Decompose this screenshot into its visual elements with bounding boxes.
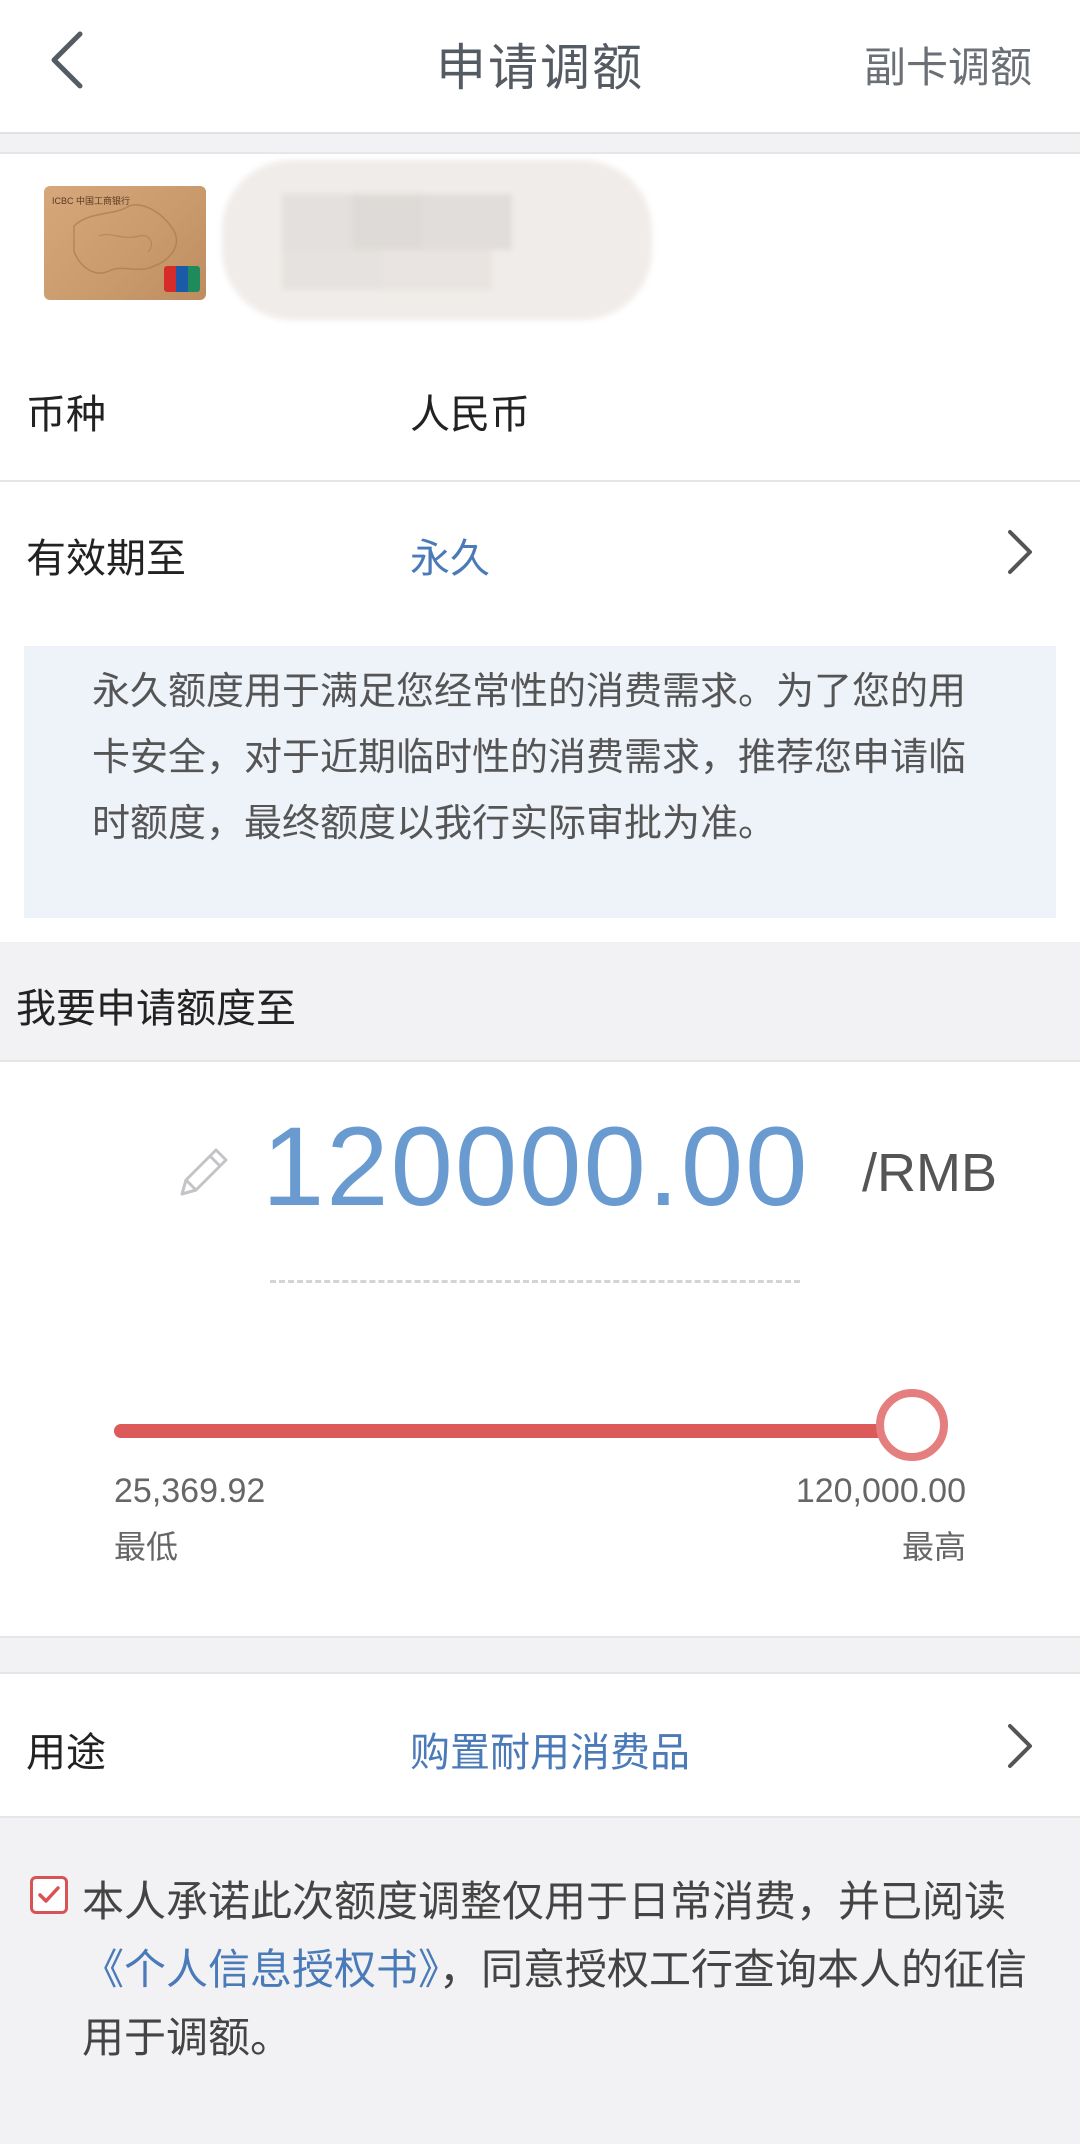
checkmark-icon [38,1886,60,1903]
chevron-right-icon [1008,530,1032,574]
slider-max-value: 120,000.00 [795,1472,966,1510]
limit-slider-fill [114,1424,912,1438]
currency-row: 币种 人民币 [0,334,1080,482]
unionpay-logo-icon [164,266,200,292]
credit-card-image: ICBC 中国工商银行 [44,186,206,300]
slider-max-label: 最高 [901,1528,966,1566]
amount-input-value[interactable]: 120000.00 [262,1102,809,1231]
validity-value: 永久 [410,536,490,582]
amount-input-underline [270,1280,800,1283]
chevron-right-icon [1008,1724,1032,1768]
apply-amount-section-title: 我要申请额度至 [16,986,296,1032]
validity-label: 有效期至 [26,536,186,582]
card-brand-text: ICBC 中国工商银行 [52,196,131,206]
currency-label: 币种 [26,392,106,438]
validity-row[interactable]: 有效期至 永久 [0,482,1080,622]
slider-min-value: 25,369.92 [114,1472,266,1510]
amount-unit: /RMB [862,1143,997,1203]
amount-panel: 120000.00 /RMB 25,369.92 最低 120,000.00 最… [0,1060,1080,1638]
authorization-doc-link[interactable]: 《个人信息授权书》 [82,1945,439,1994]
purpose-label: 用途 [26,1730,106,1776]
limit-slider-track[interactable] [114,1424,924,1438]
slider-min-label: 最低 [114,1528,179,1566]
notice-section: 永久额度用于满足您经常性的消费需求。为了您的用卡安全，对于近期临时性的消费需求，… [0,622,1080,942]
top-nav-bar: 申请调额 副卡调额 [0,0,1080,134]
selected-card-row[interactable]: ICBC 中国工商银行 [0,152,1080,336]
limit-slider-thumb[interactable] [876,1389,948,1461]
card-number-mosaic [222,160,652,320]
purpose-row[interactable]: 用途 购置耐用消费品 [0,1672,1080,1818]
agreement-checkbox[interactable] [30,1876,68,1914]
purpose-value: 购置耐用消费品 [410,1730,690,1776]
limit-notice-text: 永久额度用于满足您经常性的消费需求。为了您的用卡安全，对于近期临时性的消费需求，… [24,646,1056,918]
agreement-text: 本人承诺此次额度调整仅用于日常消费，并已阅读《个人信息授权书》，同意授权工行查询… [82,1868,1062,2072]
pencil-edit-icon[interactable] [172,1140,236,1204]
currency-value: 人民币 [410,392,530,438]
secondary-card-adjust-link[interactable]: 副卡调额 [864,34,1032,95]
agreement-text-before: 本人承诺此次额度调整仅用于日常消费，并已阅读 [82,1877,1007,1926]
